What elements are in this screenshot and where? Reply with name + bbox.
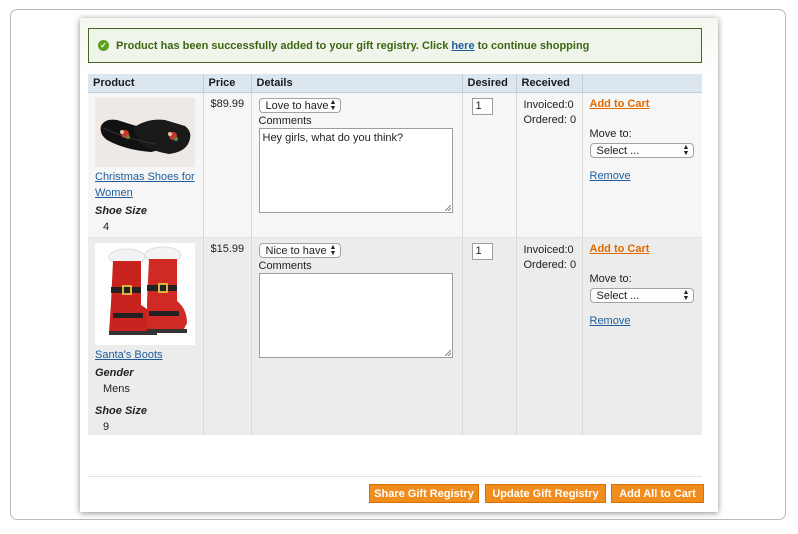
registry-table: Product Price Details Desired Received C… xyxy=(88,74,702,435)
product-name-line1: Christmas Shoes for xyxy=(95,171,195,183)
column-header-product: Product xyxy=(88,74,204,93)
select-arrows-icon: ▲ ▼ xyxy=(329,243,337,257)
table-row: Christmas Shoes for Women Shoe Size 4 $8… xyxy=(88,92,702,238)
table-header-row: Product Price Details Desired Received xyxy=(88,74,702,93)
ordered-count: Ordered: 0 xyxy=(523,114,577,126)
product-image-santas-boots[interactable] xyxy=(95,243,195,345)
move-to-label: Move to: xyxy=(589,128,632,140)
received-cell: Invoiced:0 Ordered: 0 xyxy=(516,92,583,238)
product-link-santas-boots[interactable]: Santa's Boots xyxy=(95,347,198,363)
success-message: ✓ Product has been successfully added to… xyxy=(88,28,702,63)
priority-select[interactable]: Nice to have ▲ ▼ xyxy=(258,243,341,258)
actions-cell: Add to Cart Move to: Select ... ▲ ▼ Remov… xyxy=(582,92,702,238)
add-to-cart-link[interactable]: Add to Cart xyxy=(590,98,698,110)
move-to-value: Select ... xyxy=(596,289,640,302)
product-image-christmas-shoes[interactable] xyxy=(95,98,195,167)
price-cell: $15.99 xyxy=(203,237,252,435)
remove-link[interactable]: Remove xyxy=(590,315,698,327)
priority-select[interactable]: Love to have ▲ ▼ xyxy=(258,98,341,113)
comments-textarea[interactable]: Hey girls, what do you think? xyxy=(258,128,453,213)
success-check-icon: ✓ xyxy=(98,40,109,51)
move-to-value: Select ... xyxy=(596,144,640,157)
resize-grip-icon[interactable] xyxy=(444,205,451,211)
invoiced-count: Invoiced:0 xyxy=(523,99,574,111)
column-header-details: Details xyxy=(251,74,463,93)
select-arrows-icon: ▲ ▼ xyxy=(682,288,690,302)
table-row: Santa's Boots Gender Mens Shoe Size 9 $1… xyxy=(88,237,702,435)
select-arrows-icon: ▲ ▼ xyxy=(682,143,690,157)
move-to-select[interactable]: Select ... ▲ ▼ xyxy=(589,288,694,303)
comments-textarea[interactable] xyxy=(258,273,453,358)
received-cell: Invoiced:0 Ordered: 0 xyxy=(516,237,583,435)
actions-cell: Add to Cart Move to: Select ... ▲ ▼ Remov… xyxy=(582,237,702,435)
priority-value: Love to have xyxy=(265,99,329,112)
column-header-received: Received xyxy=(516,74,583,93)
column-header-price: Price xyxy=(203,74,252,93)
move-to-select[interactable]: Select ... ▲ ▼ xyxy=(589,143,694,158)
option-label: Shoe Size xyxy=(95,205,147,217)
column-header-desired: Desired xyxy=(462,74,517,93)
comments-label: Comments xyxy=(258,260,312,272)
invoiced-count: Invoiced:0 xyxy=(523,244,574,256)
desired-cell: 1 xyxy=(462,92,517,238)
success-message-text: Product has been successfully added to y… xyxy=(116,39,449,52)
select-arrows-icon: ▲ ▼ xyxy=(329,98,337,112)
option-label: Gender xyxy=(95,367,134,379)
option-value: 4 xyxy=(103,221,110,233)
price-cell: $89.99 xyxy=(203,92,252,238)
share-gift-registry-button[interactable]: Share Gift Registry xyxy=(369,484,479,503)
resize-grip-icon[interactable] xyxy=(444,350,451,356)
priority-value: Nice to have xyxy=(265,244,327,257)
footer-divider xyxy=(88,476,702,477)
column-header-actions xyxy=(582,74,702,93)
product-link-christmas-shoes[interactable]: Christmas Shoes for Women xyxy=(95,169,198,201)
product-cell: Christmas Shoes for Women Shoe Size 4 xyxy=(88,92,204,238)
success-message-text-after: to continue shopping xyxy=(477,39,590,52)
product-name-line2: Women xyxy=(95,187,133,199)
update-gift-registry-button[interactable]: Update Gift Registry xyxy=(485,484,606,503)
option-value: Mens xyxy=(103,383,130,395)
option-value: 9 xyxy=(103,421,110,433)
comments-label: Comments xyxy=(258,115,312,127)
desired-qty-input[interactable]: 1 xyxy=(471,243,493,260)
desired-cell: 1 xyxy=(462,237,517,435)
add-all-to-cart-button[interactable]: Add All to Cart xyxy=(611,484,704,503)
comments-text: Hey girls, what do you think? xyxy=(262,132,404,144)
gift-registry-panel: ✓ Product has been successfully added to… xyxy=(80,18,718,512)
details-cell: Love to have ▲ ▼ Comments Hey girls, what… xyxy=(251,92,463,238)
move-to-label: Move to: xyxy=(589,273,632,285)
ordered-count: Ordered: 0 xyxy=(523,259,577,271)
product-cell: Santa's Boots Gender Mens Shoe Size 9 xyxy=(88,237,204,435)
details-cell: Nice to have ▲ ▼ Comments xyxy=(251,237,463,435)
continue-shopping-link[interactable]: here xyxy=(451,40,474,52)
remove-link[interactable]: Remove xyxy=(590,170,698,182)
add-to-cart-link[interactable]: Add to Cart xyxy=(590,243,698,255)
option-label: Shoe Size xyxy=(95,405,147,417)
desired-qty-input[interactable]: 1 xyxy=(471,98,493,115)
